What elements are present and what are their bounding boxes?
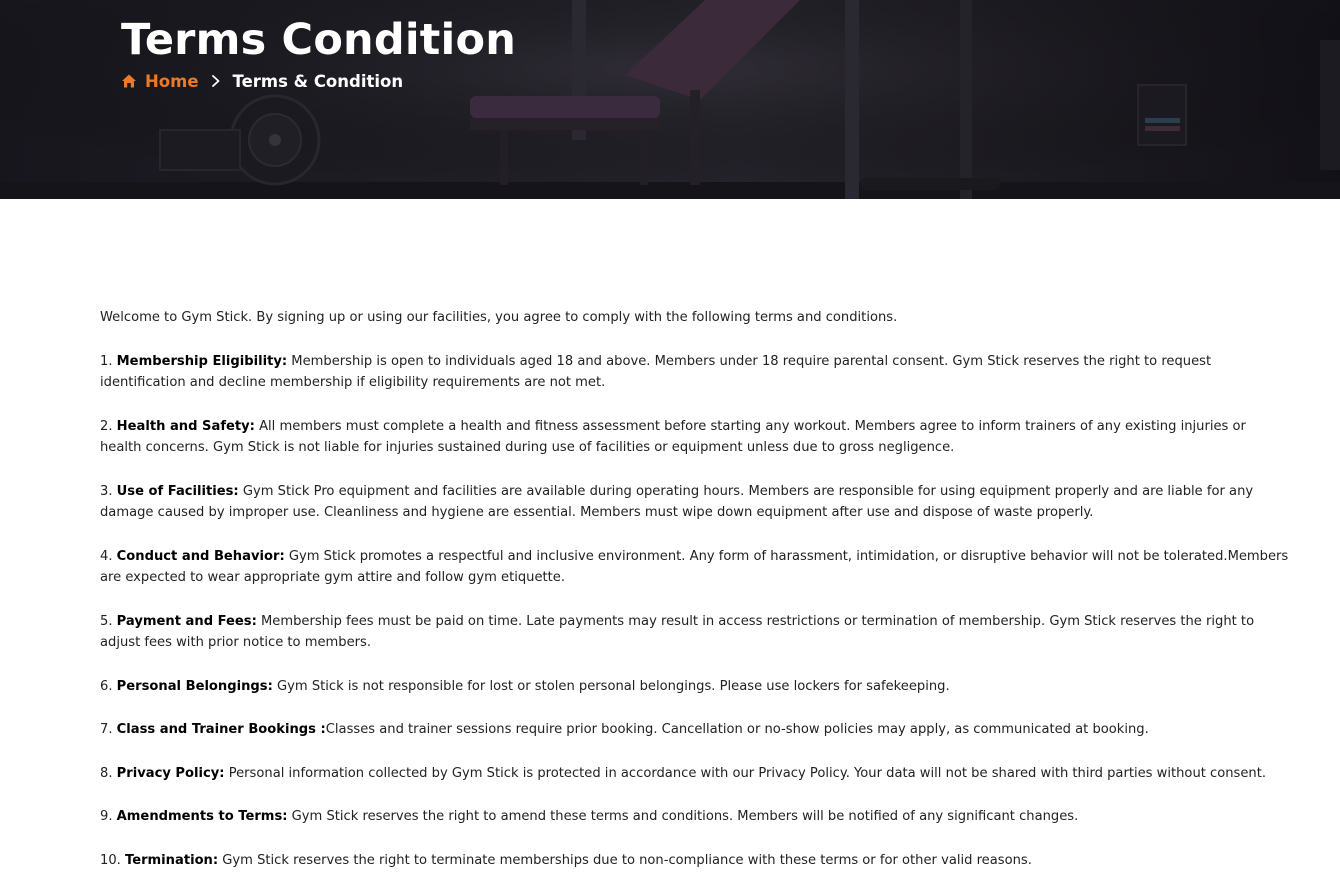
term-text: Gym Stick reserves the right to amend th… (287, 809, 1079, 824)
term-number: 6. (100, 678, 117, 694)
term-item-amendments-to-terms: 9. Amendments to Terms: Gym Stick reserv… (100, 806, 1290, 828)
term-heading: Payment and Fees: (116, 613, 257, 629)
breadcrumb-current-page: Terms & Condition (232, 71, 404, 91)
term-heading: Termination: (125, 852, 219, 868)
breadcrumb-home-link[interactable]: Home (145, 72, 199, 91)
term-number: 3. (100, 483, 117, 499)
term-item-use-of-facilities: 3. Use of Facilities: Gym Stick Pro equi… (100, 481, 1290, 524)
term-text: Personal information collected by Gym St… (224, 765, 1267, 781)
term-heading: Use of Facilities: (116, 483, 239, 499)
term-item-privacy-policy: 8. Privacy Policy: Personal information … (100, 763, 1290, 785)
term-heading: Membership Eligibility: (116, 353, 288, 369)
term-item-termination: 10. Termination: Gym Stick reserves the … (100, 850, 1290, 872)
term-text: Membership fees must be paid on time. La… (100, 613, 1255, 651)
term-number: 10. (100, 852, 125, 868)
term-number: 7. (100, 722, 117, 737)
term-heading: Amendments to Terms: (116, 809, 288, 824)
page-title: Terms Condition (121, 15, 517, 65)
term-heading: Health and Safety: (116, 418, 255, 434)
term-text: All members must complete a health and f… (100, 418, 1246, 456)
term-item-class-and-trainer-bookings: 7. Class and Trainer Bookings :Classes a… (100, 719, 1290, 741)
term-text: Gym Stick Pro equipment and facilities a… (100, 483, 1254, 521)
term-item-membership-eligibility: 1. Membership Eligibility: Membership is… (100, 351, 1290, 394)
term-item-conduct-and-behavior: 4. Conduct and Behavior: Gym Stick promo… (100, 546, 1290, 589)
breadcrumb: Home Terms & Condition (121, 69, 403, 93)
term-text: Gym Stick is not responsible for lost or… (272, 678, 950, 694)
term-number: 1. (100, 353, 117, 369)
term-number: 5. (100, 613, 117, 629)
term-item-personal-belongings: 6. Personal Belongings: Gym Stick is not… (100, 676, 1290, 698)
term-heading: Personal Belongings: (116, 678, 273, 694)
term-text: Gym Stick reserves the right to terminat… (218, 852, 1032, 868)
chevron-right-icon (211, 75, 221, 87)
term-item-payment-and-fees: 5. Payment and Fees: Membership fees mus… (100, 611, 1290, 654)
term-item-health-and-safety: 2. Health and Safety: All members must c… (100, 416, 1290, 459)
term-number: 9. (100, 809, 117, 824)
term-text: Classes and trainer sessions require pri… (325, 722, 1149, 737)
term-heading: Privacy Policy: (116, 765, 225, 781)
term-heading: Conduct and Behavior: (116, 548, 285, 564)
home-icon (121, 73, 137, 89)
term-number: 2. (100, 418, 117, 434)
term-heading: Class and Trainer Bookings : (116, 722, 326, 737)
page-hero-banner: Terms Condition Home Terms & Condition (0, 0, 1340, 199)
terms-content: Welcome to Gym Stick. By signing up or u… (100, 307, 1290, 893)
intro-paragraph: Welcome to Gym Stick. By signing up or u… (100, 310, 898, 325)
term-number: 8. (100, 765, 117, 781)
term-number: 4. (100, 548, 117, 564)
